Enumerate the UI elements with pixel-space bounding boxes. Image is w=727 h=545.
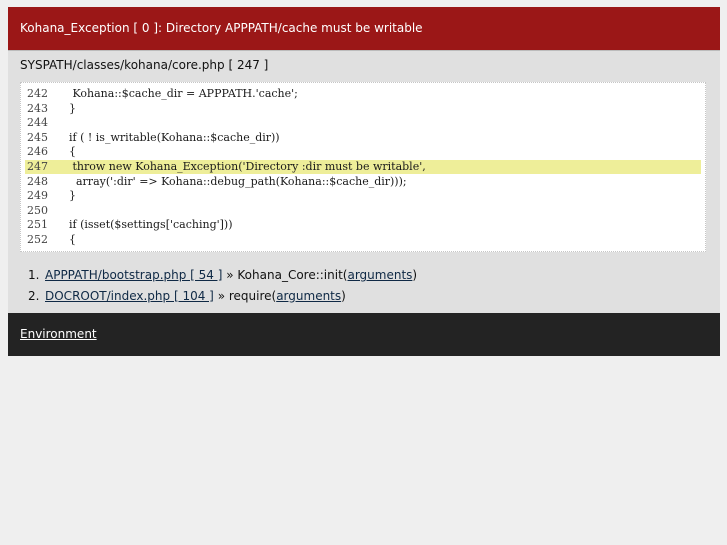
line-code: Kohana::$cache_dir = APPPATH.'cache'; xyxy=(69,87,298,100)
trace-function: Kohana_Core::init( xyxy=(237,268,348,282)
code-line: 244 xyxy=(25,116,701,130)
line-code: } xyxy=(69,189,76,202)
trace-close-paren: ) xyxy=(341,289,346,303)
error-title: Kohana_Exception [ 0 ]: Directory APPPAT… xyxy=(20,21,423,35)
line-number: 246 xyxy=(27,145,48,158)
line-number: 250 xyxy=(27,203,48,217)
code-line: 250 xyxy=(25,204,701,218)
trace-index: 1. xyxy=(28,268,40,282)
line-code: if ( ! is_writable(Kohana::$cache_dir)) xyxy=(69,130,280,144)
trace-item: 1. APPPATH/bootstrap.php [ 54 ] » Kohana_… xyxy=(28,268,417,283)
trace-file-link[interactable]: APPPATH/bootstrap.php [ 54 ] xyxy=(45,268,222,282)
line-number: 247 xyxy=(27,160,48,173)
code-line-highlighted: 247 throw new Kohana_Exception('Director… xyxy=(25,160,701,174)
line-number: 251 xyxy=(27,218,48,231)
trace-file-link[interactable]: DOCROOT/index.php [ 104 ] xyxy=(45,289,214,303)
trace-separator: » xyxy=(222,268,238,282)
error-panel: Kohana_Exception [ 0 ]: Directory APPPAT… xyxy=(8,7,720,356)
trace-close-paren: ) xyxy=(412,268,418,282)
source-code-block: 242 Kohana::$cache_dir = APPPATH.'cache'… xyxy=(20,82,706,252)
environment-bar: Environment xyxy=(8,313,720,356)
line-number: 242 xyxy=(27,87,48,100)
environment-link[interactable]: Environment xyxy=(20,327,97,342)
code-line: 249 } xyxy=(25,189,701,203)
line-code: throw new Kohana_Exception('Directory :d… xyxy=(69,160,426,173)
line-number: 245 xyxy=(27,130,48,144)
line-code: { xyxy=(69,145,76,158)
line-code: array(':dir' => Kohana::debug_path(Kohan… xyxy=(69,174,407,188)
line-number: 243 xyxy=(27,101,48,115)
trace-function: require( xyxy=(228,289,277,303)
code-line: 248 array(':dir' => Kohana::debug_path(K… xyxy=(25,175,701,189)
error-file-location: SYSPATH/classes/kohana/core.php [ 247 ] xyxy=(20,58,269,72)
line-number: 252 xyxy=(27,232,48,246)
code-line: 243 } xyxy=(25,102,701,116)
line-code: { xyxy=(69,232,76,246)
line-number: 248 xyxy=(27,174,48,188)
trace-arguments-link[interactable]: arguments xyxy=(347,268,412,282)
code-line: 251 if (isset($settings['caching'])) xyxy=(25,218,701,232)
line-number: 249 xyxy=(27,189,48,202)
line-number: 244 xyxy=(27,116,48,129)
trace-arguments-link[interactable]: arguments xyxy=(276,289,341,303)
code-line: 245 if ( ! is_writable(Kohana::$cache_di… xyxy=(25,131,701,145)
code-line: 252 { xyxy=(25,233,701,247)
code-line: 246 { xyxy=(25,145,701,159)
error-header: Kohana_Exception [ 0 ]: Directory APPPAT… xyxy=(8,7,720,51)
trace-item: 2. DOCROOT/index.php [ 104 ] » require(ar… xyxy=(28,289,346,304)
trace-index: 2. xyxy=(28,289,40,303)
line-code: } xyxy=(69,101,76,115)
line-code: if (isset($settings['caching'])) xyxy=(69,218,233,231)
code-line: 242 Kohana::$cache_dir = APPPATH.'cache'… xyxy=(25,87,701,101)
trace-separator: » xyxy=(213,289,229,303)
